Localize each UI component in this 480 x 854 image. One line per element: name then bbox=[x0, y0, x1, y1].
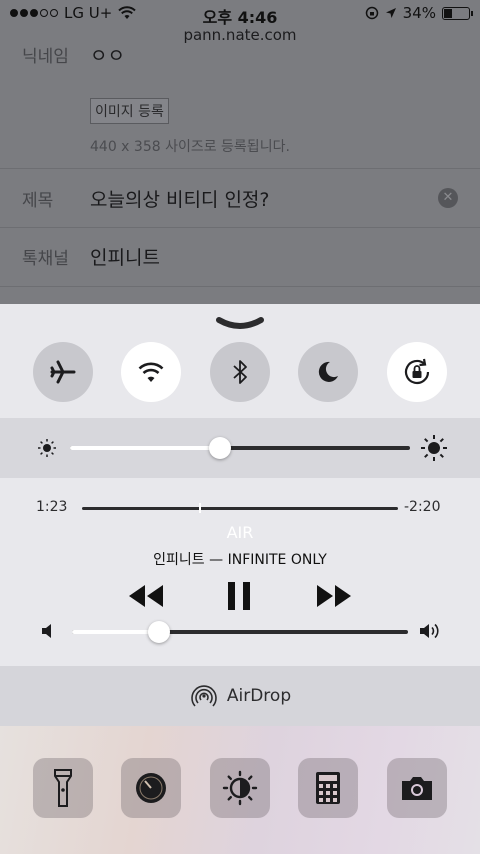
brightness-slider-thumb[interactable] bbox=[208, 437, 231, 459]
image-size-hint: 440 x 358 사이즈로 등록됩니다. bbox=[90, 139, 290, 155]
camera-button[interactable] bbox=[387, 758, 447, 818]
shortcuts-row bbox=[0, 726, 480, 854]
divider bbox=[0, 286, 480, 287]
nickname-label: 닉네임 bbox=[22, 46, 69, 67]
pause-icon[interactable] bbox=[225, 580, 253, 612]
do-not-disturb-toggle[interactable] bbox=[298, 342, 358, 402]
rewind-icon[interactable] bbox=[126, 581, 166, 611]
night-shift-icon bbox=[222, 770, 258, 806]
airdrop-button[interactable]: AirDrop bbox=[0, 666, 480, 726]
volume-slider-thumb[interactable] bbox=[148, 621, 171, 643]
bluetooth-icon bbox=[233, 360, 247, 384]
clear-icon[interactable]: ✕ bbox=[438, 188, 458, 208]
fast-forward-icon[interactable] bbox=[314, 581, 354, 611]
remaining-time: -2:20 bbox=[404, 499, 441, 515]
camera-icon bbox=[402, 777, 432, 800]
flashlight-icon bbox=[54, 769, 72, 807]
status-bar: LG U+ 오후 4:46 34% bbox=[0, 0, 480, 27]
rotation-lock-icon bbox=[404, 358, 430, 385]
timer-button[interactable] bbox=[121, 758, 181, 818]
brightness-slider-fill bbox=[70, 446, 220, 450]
airplane-icon bbox=[50, 360, 76, 384]
background-page: LG U+ 오후 4:46 34% pann.nate.com 닉네임 ㅇㅇ 이… bbox=[0, 0, 480, 320]
volume-high-icon bbox=[420, 623, 439, 639]
flashlight-button[interactable] bbox=[33, 758, 93, 818]
nickname-row: 닉네임 ㅇㅇ bbox=[0, 41, 480, 68]
title-input[interactable]: 오늘의상 비티디 인정? bbox=[90, 185, 269, 212]
track-title: AIR bbox=[226, 523, 254, 542]
title-row: 제목 오늘의상 비티디 인정? ✕ bbox=[0, 185, 480, 211]
control-center: 1:23 -2:20 AIR 인피니트 — INFINITE ONLY AirD… bbox=[0, 304, 480, 854]
elapsed-time: 1:23 bbox=[36, 499, 68, 515]
title-label: 제목 bbox=[22, 190, 54, 211]
scrubber-track[interactable] bbox=[82, 507, 398, 510]
wifi-icon bbox=[138, 362, 164, 382]
divider bbox=[0, 227, 480, 228]
airdrop-icon bbox=[191, 685, 217, 707]
airplane-mode-toggle[interactable] bbox=[33, 342, 93, 402]
music-player: 1:23 -2:20 AIR 인피니트 — INFINITE ONLY bbox=[0, 478, 480, 666]
brightness-control bbox=[0, 418, 480, 478]
brightness-high-icon bbox=[421, 435, 447, 461]
volume-low-icon bbox=[42, 624, 51, 638]
airdrop-label: AirDrop bbox=[226, 686, 292, 706]
night-shift-button[interactable] bbox=[210, 758, 270, 818]
image-upload-button[interactable]: 이미지 등록 bbox=[90, 98, 169, 124]
rotation-lock-toggle[interactable] bbox=[387, 342, 447, 402]
moon-icon bbox=[318, 361, 338, 382]
scrubber-position[interactable] bbox=[198, 503, 201, 513]
divider bbox=[0, 168, 480, 169]
volume-slider-fill bbox=[72, 630, 160, 634]
toggle-row bbox=[0, 342, 480, 408]
channel-label: 톡채널 bbox=[22, 248, 69, 269]
bluetooth-toggle[interactable] bbox=[210, 342, 270, 402]
status-time: 오후 4:46 bbox=[202, 8, 278, 27]
battery-icon bbox=[442, 6, 473, 20]
calculator-icon bbox=[316, 772, 340, 804]
chevron-down-icon[interactable] bbox=[215, 316, 265, 330]
wifi-toggle[interactable] bbox=[121, 342, 181, 402]
brightness-low-icon bbox=[38, 439, 56, 457]
timer-icon bbox=[136, 773, 166, 803]
channel-value[interactable]: 인피니트 bbox=[90, 243, 160, 270]
channel-row: 톡채널 인피니트 bbox=[0, 243, 480, 269]
track-artist: 인피니트 — INFINITE ONLY bbox=[153, 552, 327, 568]
calculator-button[interactable] bbox=[298, 758, 358, 818]
nickname-value[interactable]: ㅇㅇ bbox=[90, 41, 125, 68]
